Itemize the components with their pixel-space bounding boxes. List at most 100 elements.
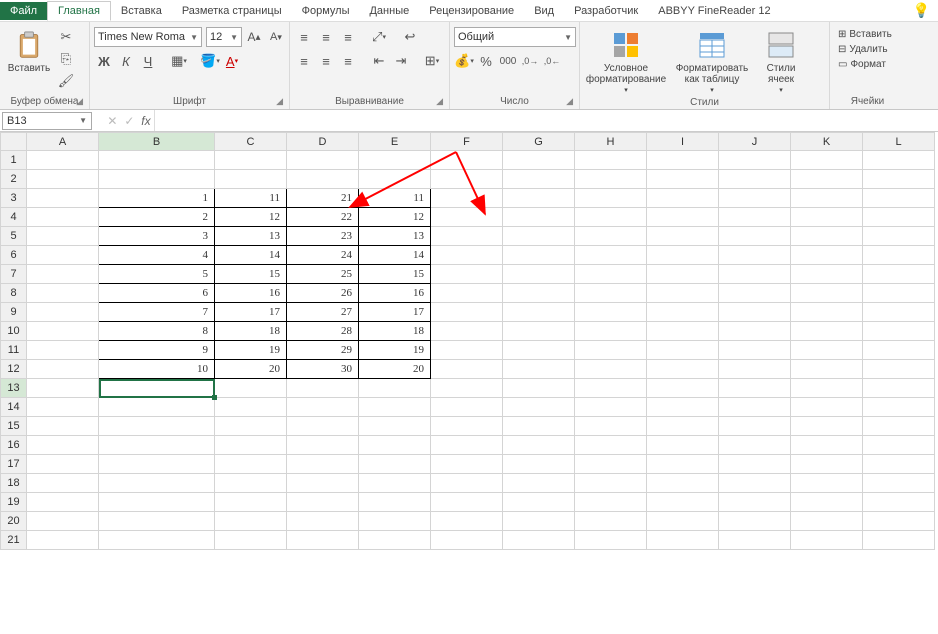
col-header-B[interactable]: B (99, 133, 215, 151)
cell-J4[interactable] (719, 208, 791, 227)
cell-F15[interactable] (431, 417, 503, 436)
format-as-table-button[interactable]: Форматировать как таблицу▾ (670, 27, 754, 97)
cell-E21[interactable] (359, 531, 431, 550)
cell-I7[interactable] (647, 265, 719, 284)
cell-A12[interactable] (27, 360, 99, 379)
cell-F20[interactable] (431, 512, 503, 531)
cell-B7[interactable]: 5 (99, 265, 215, 284)
cell-G1[interactable] (503, 151, 575, 170)
increase-decimal-button[interactable]: ,0→ (520, 51, 540, 71)
cell-B2[interactable] (99, 170, 215, 189)
row-header-12[interactable]: 12 (1, 360, 27, 379)
conditional-formatting-button[interactable]: Условное форматирование▾ (584, 27, 668, 97)
cell-J19[interactable] (719, 493, 791, 512)
cell-K14[interactable] (791, 398, 863, 417)
cell-L20[interactable] (863, 512, 935, 531)
cell-E8[interactable]: 16 (359, 284, 431, 303)
cell-B21[interactable] (99, 531, 215, 550)
cell-I11[interactable] (647, 341, 719, 360)
cell-H21[interactable] (575, 531, 647, 550)
cell-H1[interactable] (575, 151, 647, 170)
cell-C3[interactable]: 11 (215, 189, 287, 208)
cell-H16[interactable] (575, 436, 647, 455)
cell-F16[interactable] (431, 436, 503, 455)
cell-E19[interactable] (359, 493, 431, 512)
cell-E13[interactable] (359, 379, 431, 398)
merge-button[interactable]: ⊞▾ (422, 51, 442, 71)
thousands-button[interactable]: 000 (498, 51, 518, 71)
cell-A20[interactable] (27, 512, 99, 531)
cut-button[interactable]: ✂ (56, 27, 76, 47)
tab-data[interactable]: Данные (359, 2, 419, 20)
align-right-button[interactable]: ≡ (338, 51, 358, 71)
row-header-17[interactable]: 17 (1, 455, 27, 474)
cell-F10[interactable] (431, 322, 503, 341)
cell-I12[interactable] (647, 360, 719, 379)
cell-H12[interactable] (575, 360, 647, 379)
cell-C20[interactable] (215, 512, 287, 531)
cell-H5[interactable] (575, 227, 647, 246)
tab-insert[interactable]: Вставка (111, 2, 172, 20)
cell-G14[interactable] (503, 398, 575, 417)
cell-A19[interactable] (27, 493, 99, 512)
cell-A7[interactable] (27, 265, 99, 284)
row-header-1[interactable]: 1 (1, 151, 27, 170)
cell-F1[interactable] (431, 151, 503, 170)
cell-I1[interactable] (647, 151, 719, 170)
cell-D4[interactable]: 22 (287, 208, 359, 227)
cell-E7[interactable]: 15 (359, 265, 431, 284)
align-left-button[interactable]: ≡ (294, 51, 314, 71)
cell-A1[interactable] (27, 151, 99, 170)
cell-D19[interactable] (287, 493, 359, 512)
cell-L21[interactable] (863, 531, 935, 550)
cell-G2[interactable] (503, 170, 575, 189)
cell-F2[interactable] (431, 170, 503, 189)
cell-L2[interactable] (863, 170, 935, 189)
cell-C7[interactable]: 15 (215, 265, 287, 284)
cell-G3[interactable] (503, 189, 575, 208)
row-header-5[interactable]: 5 (1, 227, 27, 246)
cell-B17[interactable] (99, 455, 215, 474)
cell-E11[interactable]: 19 (359, 341, 431, 360)
cell-A16[interactable] (27, 436, 99, 455)
decrease-indent-button[interactable]: ⇤ (369, 51, 389, 71)
cell-C15[interactable] (215, 417, 287, 436)
cell-K7[interactable] (791, 265, 863, 284)
cell-L5[interactable] (863, 227, 935, 246)
col-header-K[interactable]: K (791, 133, 863, 151)
cell-J1[interactable] (719, 151, 791, 170)
cell-G15[interactable] (503, 417, 575, 436)
cell-A18[interactable] (27, 474, 99, 493)
select-all-corner[interactable] (1, 133, 27, 151)
cell-I13[interactable] (647, 379, 719, 398)
cell-J8[interactable] (719, 284, 791, 303)
cell-J5[interactable] (719, 227, 791, 246)
format-painter-button[interactable]: 🖌 (56, 71, 76, 91)
increase-font-button[interactable]: A▴ (244, 27, 264, 47)
cell-L14[interactable] (863, 398, 935, 417)
row-header-14[interactable]: 14 (1, 398, 27, 417)
cell-J11[interactable] (719, 341, 791, 360)
currency-button[interactable]: 💰▾ (454, 51, 474, 71)
cell-I21[interactable] (647, 531, 719, 550)
cell-K18[interactable] (791, 474, 863, 493)
cell-H6[interactable] (575, 246, 647, 265)
cell-H3[interactable] (575, 189, 647, 208)
cell-A14[interactable] (27, 398, 99, 417)
cell-H2[interactable] (575, 170, 647, 189)
cell-F17[interactable] (431, 455, 503, 474)
col-header-F[interactable]: F (431, 133, 503, 151)
wrap-text-button[interactable]: ↩ (400, 27, 420, 47)
launcher-icon[interactable]: ◢ (436, 96, 443, 107)
cell-C13[interactable] (215, 379, 287, 398)
insert-cells-button[interactable]: ⊞Вставить (834, 27, 896, 42)
tab-view[interactable]: Вид (524, 2, 564, 20)
cell-J18[interactable] (719, 474, 791, 493)
cell-J13[interactable] (719, 379, 791, 398)
bold-button[interactable]: Ж (94, 51, 114, 71)
cell-A17[interactable] (27, 455, 99, 474)
cell-J20[interactable] (719, 512, 791, 531)
row-header-11[interactable]: 11 (1, 341, 27, 360)
cell-C4[interactable]: 12 (215, 208, 287, 227)
cell-L3[interactable] (863, 189, 935, 208)
